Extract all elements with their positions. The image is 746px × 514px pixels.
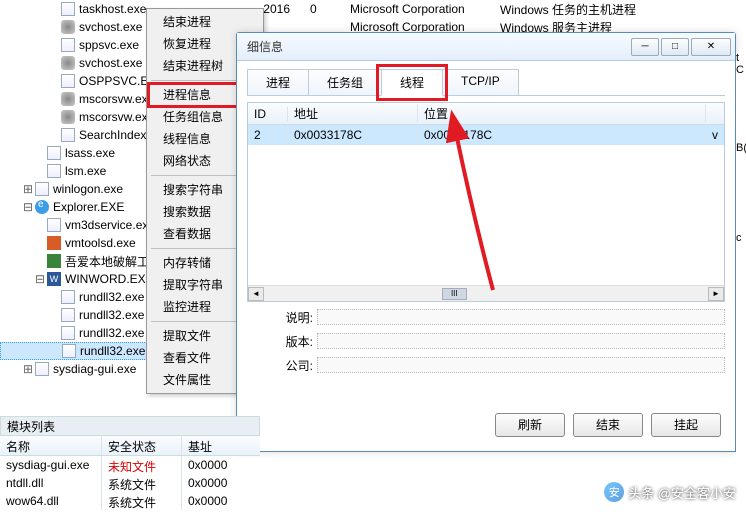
dialog-button-row: 刷新结束挂起 [481, 405, 735, 451]
gear-icon [60, 91, 76, 107]
process-name: svchost.exe [79, 56, 142, 70]
tab-进程[interactable]: 进程 [247, 69, 309, 95]
expand-icon[interactable]: ⊞ [22, 182, 34, 196]
col-pos[interactable]: 位置 [418, 105, 706, 122]
page-icon [60, 37, 76, 53]
dialog-titlebar[interactable]: 细信息 ─ □ ✕ [237, 33, 735, 61]
page-icon [60, 73, 76, 89]
collapse-icon[interactable]: ⊟ [22, 200, 34, 214]
process-name: vmtoolsd.exe [65, 236, 136, 250]
module-list-title: 模块列表 [0, 416, 260, 436]
process-name: winlogon.exe [53, 182, 123, 196]
process-name: WINWORD.EXE [65, 272, 154, 286]
info-row: 版本: [247, 332, 725, 350]
process-name: rundll32.exe [80, 344, 145, 358]
scrollbar[interactable]: ◄ III ► [248, 285, 724, 301]
watermark: 安 头条 @安全客小安 [604, 482, 736, 502]
tab-任务组[interactable]: 任务组 [308, 69, 382, 95]
close-button[interactable]: ✕ [691, 38, 731, 56]
scroll-left-icon[interactable]: ◄ [248, 287, 264, 301]
page-icon [61, 343, 77, 359]
word-icon: W [46, 271, 62, 287]
process-name: SearchIndexe [79, 128, 153, 142]
col-addr[interactable]: 地址 [288, 105, 418, 122]
ie-icon [34, 199, 50, 215]
module-row[interactable]: wow64.dll系统文件0x0000 [0, 492, 260, 510]
collapse-icon[interactable]: ⊟ [34, 272, 46, 286]
dialog-title: 细信息 [241, 38, 631, 55]
page-icon [60, 307, 76, 323]
tab-线程[interactable]: 线程 [381, 69, 443, 96]
tab-TCP/IP[interactable]: TCP/IP [442, 69, 519, 95]
page-icon [46, 145, 62, 161]
page-icon [60, 1, 76, 17]
thread-header: ID 地址 位置 [248, 103, 724, 125]
process-name: mscorsvw.ex [79, 110, 148, 124]
process-name: lsass.exe [65, 146, 115, 160]
process-name: vm3dservice.exe [65, 218, 155, 232]
process-name: rundll32.exe [79, 290, 144, 304]
process-name: rundll32.exe [79, 326, 144, 340]
gear-icon [60, 55, 76, 71]
top-process-info: 20160Microsoft CorporationWindows 任务的主机进… [260, 0, 746, 36]
结束-button[interactable]: 结束 [573, 413, 643, 437]
col-id[interactable]: ID [248, 107, 288, 121]
thread-row[interactable]: 20x0033178C0x0033178Cv [248, 125, 724, 145]
module-list-pane: 模块列表 名称 安全状态 基址 sysdiag-gui.exe未知文件0x000… [0, 416, 260, 510]
detail-dialog: 细信息 ─ □ ✕ 进程任务组线程TCP/IP ID 地址 位置 20x0033… [236, 32, 736, 452]
vm-icon [46, 235, 62, 251]
process-name: taskhost.exe [79, 2, 146, 16]
page-icon [60, 127, 76, 143]
minimize-button[interactable]: ─ [631, 38, 659, 56]
scroll-right-icon[interactable]: ► [708, 287, 724, 301]
obscured-right-panel: t CB(c [736, 52, 746, 514]
process-info-row[interactable]: 20160Microsoft CorporationWindows 任务的主机进… [260, 0, 746, 18]
scroll-thumb[interactable]: III [442, 288, 467, 300]
thread-table[interactable]: ID 地址 位置 20x0033178C0x0033178Cv ◄ III ► [247, 102, 725, 302]
module-row[interactable]: ntdll.dll系统文件0x0000 [0, 474, 260, 492]
process-name: rundll32.exe [79, 308, 144, 322]
info-row: 公司: [247, 356, 725, 374]
info-row: 说明: [247, 308, 725, 326]
page-icon [60, 325, 76, 341]
gear-icon [60, 109, 76, 125]
process-name: mscorsvw.ex [79, 92, 148, 106]
maximize-button[interactable]: □ [661, 38, 689, 56]
green-icon [46, 253, 62, 269]
process-name: sysdiag-gui.exe [53, 362, 136, 376]
page-icon [46, 163, 62, 179]
page-icon [34, 361, 50, 377]
gear-icon [60, 19, 76, 35]
menu-item-结束进程[interactable]: 结束进程 [149, 11, 261, 33]
tab-row: 进程任务组线程TCP/IP [247, 69, 725, 96]
挂起-button[interactable]: 挂起 [651, 413, 721, 437]
process-name: svchost.exe [79, 20, 142, 34]
page-icon [60, 289, 76, 305]
module-header[interactable]: 名称 安全状态 基址 [0, 436, 260, 456]
page-icon [46, 217, 62, 233]
process-name: sppsvc.exe [79, 38, 139, 52]
avatar-icon: 安 [604, 482, 624, 502]
module-row[interactable]: sysdiag-gui.exe未知文件0x0000 [0, 456, 260, 474]
process-name: OSPPSVC.EX [79, 74, 156, 88]
process-name: Explorer.EXE [53, 200, 124, 214]
expand-icon[interactable]: ⊞ [22, 362, 34, 376]
page-icon [34, 181, 50, 197]
刷新-button[interactable]: 刷新 [495, 413, 565, 437]
process-name: lsm.exe [65, 164, 106, 178]
